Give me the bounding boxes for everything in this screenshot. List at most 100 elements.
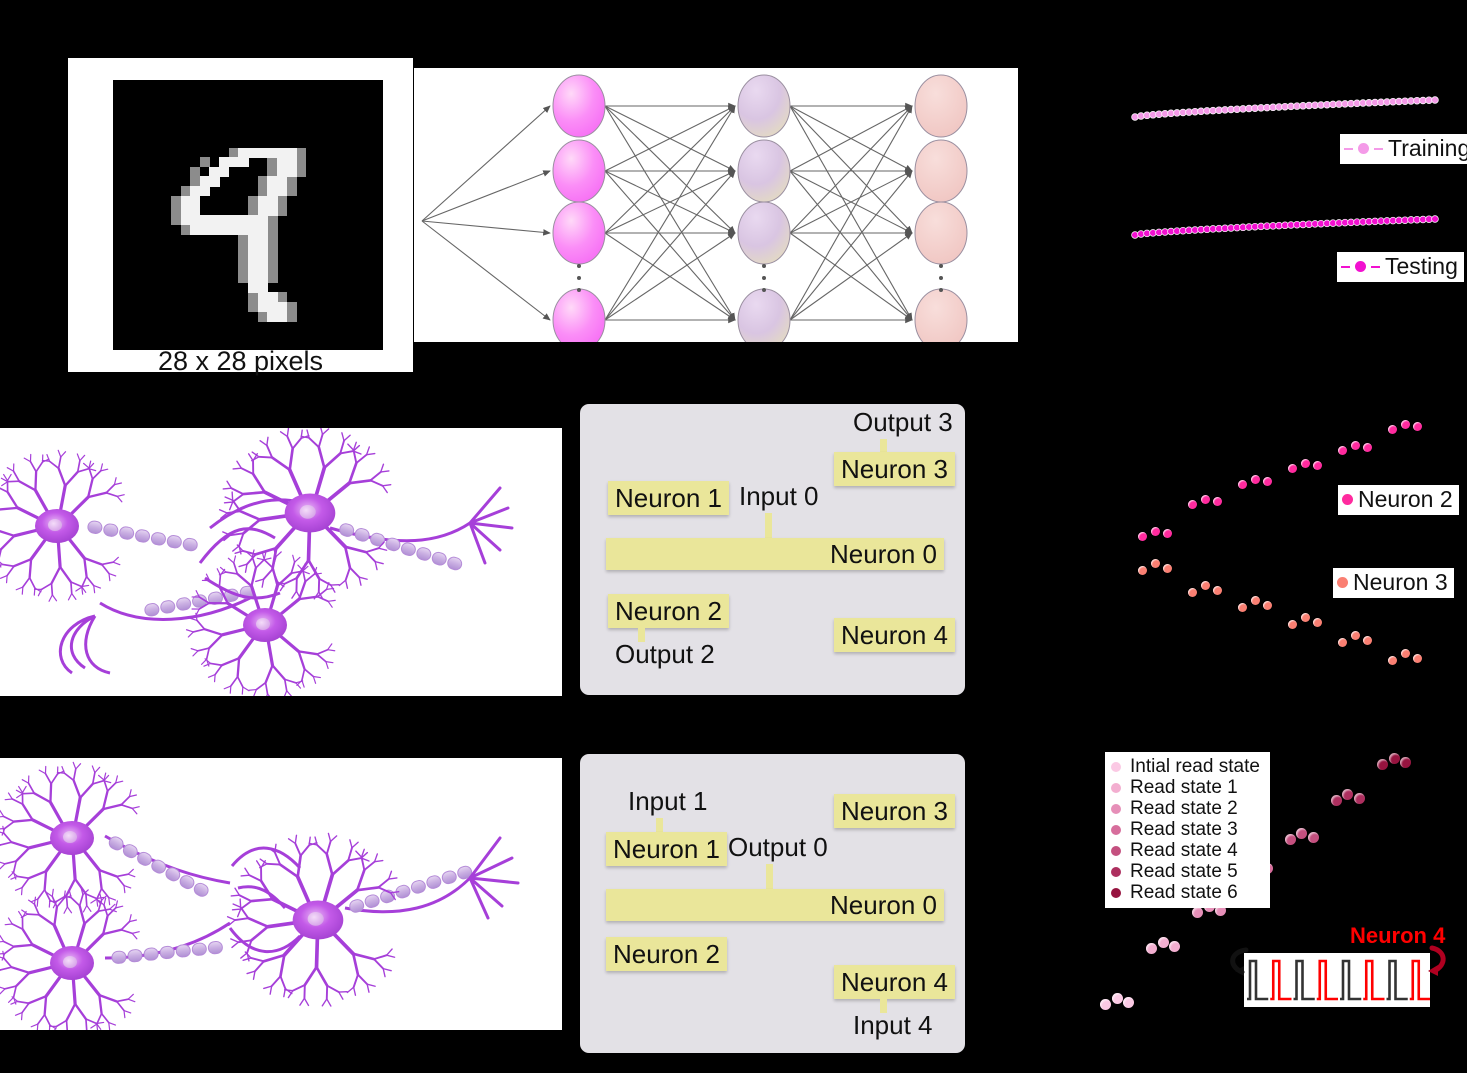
scatter-point — [1163, 529, 1172, 538]
scatter-point — [1338, 638, 1347, 647]
biological-neuron-illustration-bottom — [0, 758, 562, 1030]
legend-label-neuron-3: Neuron 3 — [1353, 569, 1448, 595]
legend-label: Read state 3 — [1130, 819, 1238, 840]
scatter-point — [1200, 495, 1210, 504]
training-testing-accuracy-chart: Training Testing — [1090, 60, 1467, 360]
mnist-image-panel: 28 x 28 pixels — [68, 58, 413, 376]
scatter-point — [1146, 943, 1158, 954]
label-neuron-0: Neuron 0 — [606, 538, 944, 570]
read-state-scatter-chart: Intial read state Read state 1 Read stat… — [1090, 745, 1467, 1055]
scatter-point — [1250, 596, 1260, 605]
scatter-point — [1138, 532, 1147, 541]
scatter-point — [1150, 527, 1160, 536]
biological-neuron-illustration-top — [0, 428, 562, 696]
scatter-point — [1342, 789, 1354, 800]
legend-marker — [1111, 845, 1121, 856]
neuron-2-3-scatter-chart: Neuron 2 Neuron 3 — [1090, 395, 1467, 695]
legend-row: Read state 1 — [1111, 777, 1260, 798]
label-input-1: Input 1 — [628, 786, 708, 816]
scatter-point — [1388, 753, 1400, 764]
scatter-point — [1238, 603, 1247, 612]
legend-label-testing: Testing — [1385, 253, 1458, 279]
scatter-point — [1200, 581, 1210, 590]
inset-arrow-left-icon — [1230, 947, 1249, 976]
legend-row: Intial read state — [1111, 756, 1260, 777]
scatter-point — [1388, 425, 1397, 434]
legend-neuron-2: Neuron 2 — [1338, 485, 1459, 515]
bio-neuron-svg-top — [0, 428, 514, 696]
scatter-point — [1313, 618, 1322, 627]
scatter-point — [1150, 559, 1160, 568]
label-neuron-2: Neuron 2 — [606, 937, 727, 971]
label-neuron-1: Neuron 1 — [606, 832, 727, 866]
legend-marker — [1111, 887, 1121, 898]
scatter-point — [1350, 631, 1360, 640]
legend-marker-neuron-2 — [1342, 494, 1353, 505]
scatter-point — [1188, 588, 1197, 597]
neuron-4-pulse-inset — [1244, 953, 1431, 1007]
legend-dash-right — [1374, 147, 1383, 150]
scatter-point — [1400, 649, 1410, 658]
legend-dash-left — [1344, 147, 1353, 150]
scatter-point — [1163, 564, 1172, 573]
legend-label: Intial read state — [1130, 756, 1260, 777]
label-input-0: Input 0 — [739, 481, 819, 511]
scatter-point — [1330, 795, 1342, 806]
scatter-point — [1288, 464, 1297, 473]
label-output-0: Output 0 — [728, 832, 828, 862]
pulse-waveform-svg — [1247, 959, 1431, 1001]
neural-network-diagram-panel — [414, 68, 1018, 342]
label-neuron-4: Neuron 4 — [834, 618, 955, 652]
label-input-4: Input 4 — [853, 1010, 933, 1040]
neural-network-svg — [421, 74, 968, 342]
scatter-point — [1213, 586, 1222, 595]
scatter-point — [1288, 620, 1297, 629]
legend-dash-left — [1341, 265, 1350, 268]
scatter-point — [1400, 757, 1411, 768]
scatter-point — [1250, 475, 1260, 484]
scatter-point — [1213, 497, 1222, 506]
scatter-point — [1157, 937, 1169, 948]
scatter-point — [1284, 834, 1296, 845]
label-neuron-3: Neuron 3 — [834, 794, 955, 828]
connector-input0 — [765, 513, 772, 541]
scatter-point — [1350, 441, 1360, 450]
label-neuron-0: Neuron 0 — [606, 889, 944, 921]
legend-dash-right — [1371, 265, 1380, 268]
legend-marker — [1111, 824, 1121, 835]
scatter-point — [1363, 636, 1372, 645]
label-neuron-4: Neuron 4 — [834, 965, 955, 999]
inset-arrow-right-icon — [1428, 945, 1446, 976]
legend-label-training: Training — [1388, 135, 1467, 161]
legend-row: Read state 2 — [1111, 798, 1260, 819]
training-testing-svg — [1131, 96, 1439, 239]
legend-marker — [1111, 782, 1121, 793]
legend-testing: Testing — [1337, 252, 1464, 282]
label-neuron-3: Neuron 3 — [834, 452, 955, 486]
legend-marker-training — [1358, 143, 1369, 154]
scatter-point — [1413, 654, 1422, 663]
scatter-point — [1192, 907, 1204, 918]
scatter-point — [1388, 656, 1397, 665]
scatter-point — [1138, 566, 1147, 575]
legend-label: Read state 1 — [1130, 777, 1238, 798]
scatter-point — [1338, 446, 1347, 455]
scatter-point — [1296, 828, 1308, 839]
legend-label: Read state 2 — [1130, 798, 1238, 819]
legend-row: Read state 5 — [1111, 861, 1260, 882]
scatter-point — [1300, 459, 1310, 468]
bio-neuron-svg-bottom — [0, 761, 520, 1030]
scatter-point — [1307, 832, 1319, 843]
legend-row: Read state 6 — [1111, 882, 1260, 903]
legend-row: Read state 4 — [1111, 840, 1260, 861]
mnist-digit-bitmap — [113, 80, 383, 350]
label-neuron-2: Neuron 2 — [608, 594, 729, 628]
scatter-point — [1263, 601, 1272, 610]
label-neuron-0-text: Neuron 0 — [830, 539, 937, 569]
legend-row: Read state 3 — [1111, 819, 1260, 840]
scatter-point — [1300, 613, 1310, 622]
label-output-3: Output 3 — [853, 407, 953, 437]
legend-marker-neuron-3 — [1337, 577, 1348, 588]
neuron-schematic-top: Output 3 Neuron 3 Neuron 1 Input 0 Neuro… — [580, 404, 965, 695]
legend-marker-testing — [1355, 261, 1366, 272]
